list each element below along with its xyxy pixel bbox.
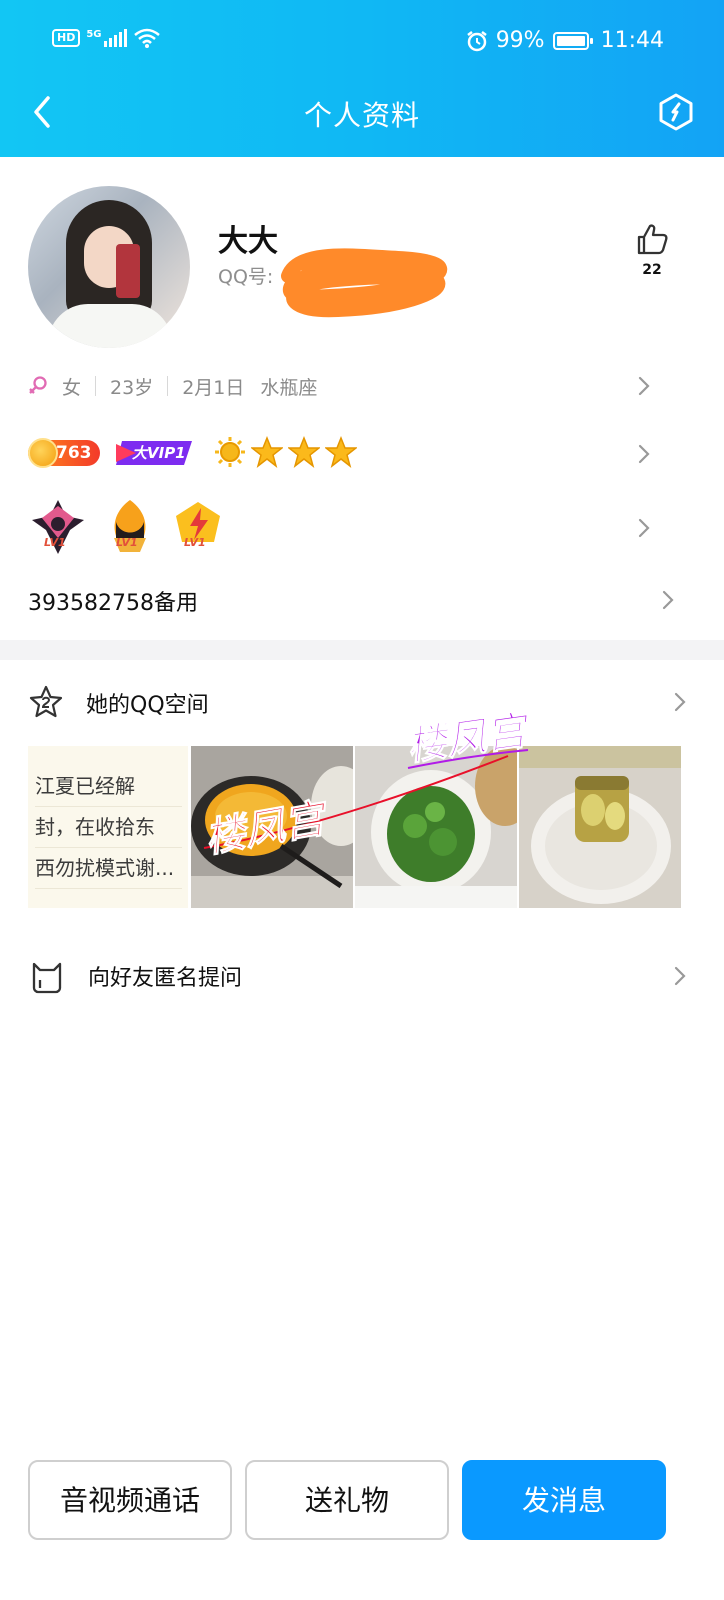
- star-outline-icon: [29, 685, 63, 718]
- level-badge: 763: [28, 438, 100, 468]
- anonymous-question-entry[interactable]: 向好友匿名提问: [28, 954, 696, 998]
- female-icon: [29, 376, 47, 394]
- chevron-right-icon: [638, 518, 650, 538]
- level-value: 763: [56, 443, 92, 463]
- qq-space-preview[interactable]: 江夏已经解 封，在收拾东 西勿扰模式谢... 楼凤宫 楼凤宫: [28, 707, 692, 908]
- post-line: 封，在收拾东: [35, 807, 182, 848]
- wifi-icon: [133, 28, 160, 48]
- avatar[interactable]: [28, 186, 190, 348]
- star-icon: [251, 436, 283, 468]
- constellation: 水瓶座: [260, 376, 318, 399]
- chevron-right-icon: [638, 444, 650, 464]
- battery-icon: [552, 31, 593, 50]
- basic-info-row[interactable]: 女 23岁 2月1日 水瓶座: [28, 370, 688, 402]
- clock: 11:44: [600, 28, 664, 53]
- coin-icon: [28, 438, 58, 468]
- post-line: 西勿扰模式谢...: [35, 848, 182, 889]
- chevron-right-icon[interactable]: [660, 588, 676, 612]
- gender: 女: [62, 376, 82, 399]
- battery-percent: 99%: [495, 28, 545, 53]
- alarm-icon: [466, 30, 487, 51]
- chevron-right-icon: [638, 376, 650, 396]
- chevron-right-icon: [674, 692, 686, 712]
- redaction-scribble: [281, 248, 448, 318]
- age: 23岁: [110, 376, 154, 399]
- thumbs-up-icon: [637, 224, 668, 255]
- level-badges-row[interactable]: 763 大VIP1: [28, 434, 688, 474]
- post-line: 江夏已经解: [35, 766, 182, 807]
- sun-icon: [215, 437, 245, 467]
- chevron-right-icon: [674, 966, 686, 986]
- anonymous-question-title: 向好友匿名提问: [88, 966, 243, 991]
- hd-indicator: HD: [52, 29, 81, 47]
- like-button[interactable]: 22: [634, 222, 670, 278]
- nickname: 大大: [218, 224, 278, 259]
- qq-space-title: 她的QQ空间: [86, 693, 209, 718]
- qq-space-entry[interactable]: 她的QQ空间: [28, 682, 696, 722]
- post-text-card: 江夏已经解 封，在收拾东 西勿扰模式谢...: [28, 746, 188, 908]
- star-icon: [288, 436, 320, 468]
- remark-text: 393582758备用: [28, 591, 198, 616]
- section-divider: [0, 640, 724, 660]
- network-type: 5G: [86, 29, 102, 40]
- qq-level-icons: [214, 436, 357, 468]
- medal-level: LV1: [184, 536, 206, 549]
- header-bar: HD 5G 99% 11:44 个人资料: [0, 0, 724, 157]
- av-call-button[interactable]: 音视频通话: [28, 1460, 232, 1540]
- medal-level: LV1: [44, 536, 66, 549]
- qq-number-label: QQ号:: [218, 266, 274, 288]
- status-bar: HD 5G 99% 11:44: [0, 28, 724, 58]
- signal-icon: 5G: [86, 29, 127, 47]
- birthday: 2月1日: [182, 376, 245, 399]
- send-message-button[interactable]: 发消息: [462, 1460, 666, 1540]
- send-gift-button[interactable]: 送礼物: [245, 1460, 449, 1540]
- medal-level: LV1: [116, 536, 138, 549]
- like-count: 22: [642, 262, 662, 278]
- star-icon: [325, 436, 357, 468]
- cat-box-icon: [32, 962, 62, 994]
- page-title: 个人资料: [303, 99, 420, 132]
- photo-jar: [519, 746, 681, 908]
- medal-row[interactable]: LV1 LV1 LV1: [28, 496, 688, 560]
- vip-label: 大VIP1: [132, 444, 186, 462]
- hexagon-settings-icon[interactable]: [656, 92, 696, 132]
- photo-broccoli: [355, 746, 517, 908]
